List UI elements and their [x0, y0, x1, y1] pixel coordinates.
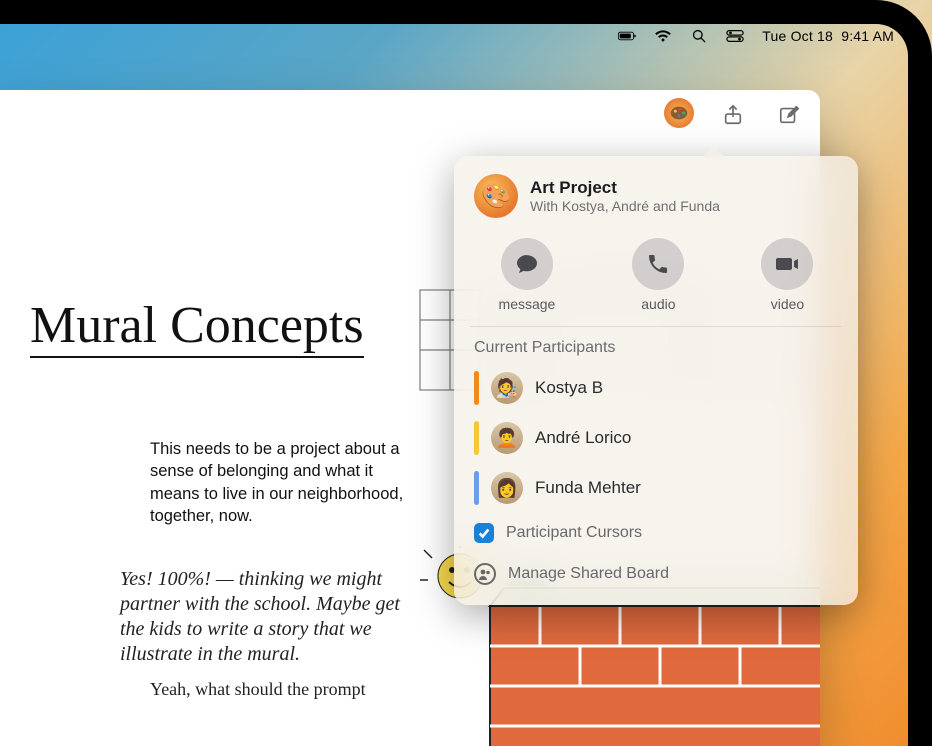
participant-name: Kostya B [535, 378, 603, 398]
handwritten-note-1[interactable]: Yes! 100%! — thinking we might partner w… [120, 567, 420, 667]
spotlight-search-icon[interactable] [690, 29, 708, 43]
battery-icon [618, 29, 636, 43]
participant-avatar: 🧑‍🦱 [491, 422, 523, 454]
project-avatar-icon: 🎨 [474, 174, 518, 218]
toolbar [664, 98, 806, 132]
participant-name: Funda Mehter [535, 478, 641, 498]
participant-avatar: 🧑‍🎨 [491, 372, 523, 404]
collaborate-button[interactable] [664, 98, 694, 128]
menubar-datetime[interactable]: Tue Oct 18 9:41 AM [762, 28, 894, 44]
participant-name: André Lorico [535, 428, 631, 448]
participant-avatar: 👩 [491, 472, 523, 504]
project-subtitle: With Kostya, André and Funda [530, 198, 720, 214]
participant-row[interactable]: 🧑‍🎨 Kostya B [454, 363, 858, 413]
manage-label: Manage Shared Board [508, 565, 669, 583]
participant-color-bar [474, 471, 479, 505]
participants-label: Current Participants [454, 337, 858, 363]
contact-actions: message audio video [454, 232, 858, 326]
checkbox-checked-icon [474, 523, 494, 543]
cursors-label: Participant Cursors [506, 524, 642, 542]
control-center-icon[interactable] [726, 29, 744, 43]
video-label: video [771, 296, 804, 312]
people-icon [474, 563, 496, 585]
message-label: message [499, 296, 556, 312]
participant-color-bar [474, 421, 479, 455]
message-button[interactable]: message [499, 238, 556, 312]
wifi-icon [654, 29, 672, 43]
macos-menubar: Tue Oct 18 9:41 AM [618, 24, 894, 48]
audio-button[interactable]: audio [632, 238, 684, 312]
video-button[interactable]: video [761, 238, 813, 312]
participant-cursors-toggle[interactable]: Participant Cursors [454, 513, 858, 553]
audio-label: audio [641, 296, 675, 312]
participant-row[interactable]: 👩 Funda Mehter [454, 463, 858, 513]
divider [470, 326, 842, 327]
manage-shared-board-button[interactable]: Manage Shared Board [454, 553, 858, 595]
share-button[interactable] [716, 98, 750, 132]
popover-header: 🎨 Art Project With Kostya, André and Fun… [454, 170, 858, 232]
typed-note[interactable]: This needs to be a project about a sense… [150, 438, 410, 527]
board-title[interactable]: Mural Concepts [30, 300, 364, 358]
participant-color-bar [474, 371, 479, 405]
participant-row[interactable]: 🧑‍🦱 André Lorico [454, 413, 858, 463]
handwritten-note-2[interactable]: Yeah, what should the prompt [150, 679, 440, 700]
collaboration-popover: 🎨 Art Project With Kostya, André and Fun… [454, 156, 858, 605]
compose-button[interactable] [772, 98, 806, 132]
project-title: Art Project [530, 178, 720, 198]
